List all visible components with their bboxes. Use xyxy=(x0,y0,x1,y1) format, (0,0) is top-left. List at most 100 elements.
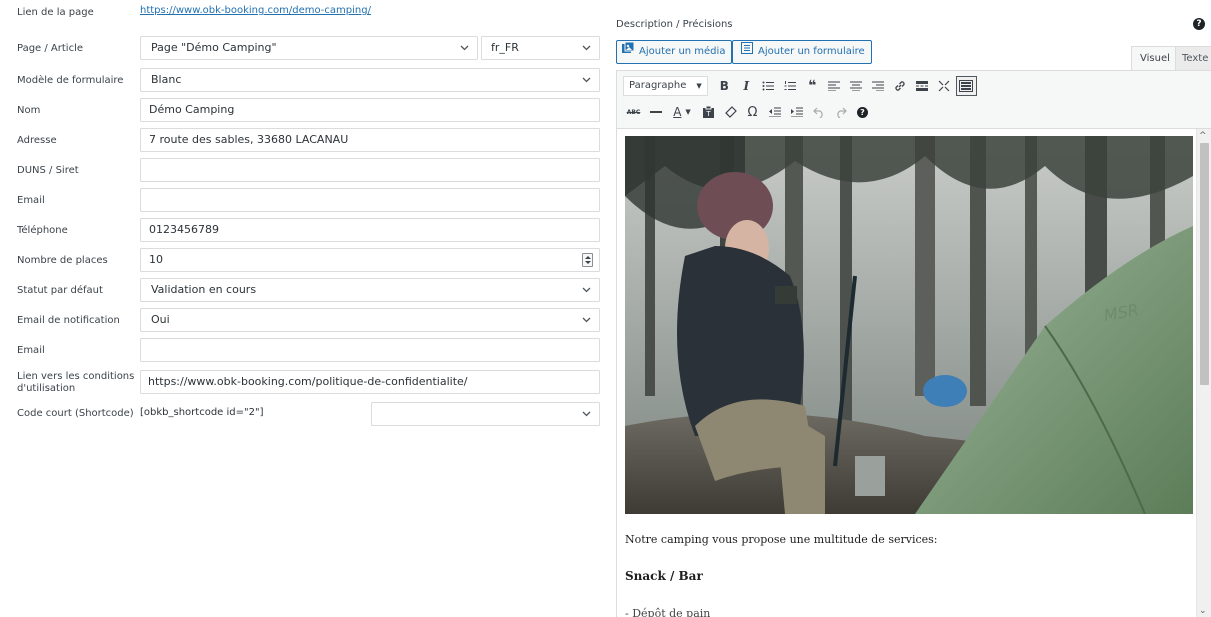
notification-select-value: Oui xyxy=(151,313,170,326)
terms-row: Lien vers les conditions d'utilisation h… xyxy=(0,370,606,396)
help-icon[interactable]: ? xyxy=(1193,18,1205,30)
italic-icon[interactable]: I xyxy=(736,76,757,96)
description-title: Description / Précisions xyxy=(616,19,733,30)
paste-text-icon[interactable]: T xyxy=(698,102,719,122)
duns-row: DUNS / Siret xyxy=(0,158,606,184)
email-row: Email xyxy=(0,188,606,214)
name-label: Nom xyxy=(17,105,41,116)
template-label: Modèle de formulaire xyxy=(17,75,124,86)
notification-select[interactable]: Oui xyxy=(140,308,600,332)
name-input[interactable]: Démo Camping xyxy=(140,98,600,122)
editor-scrollbar[interactable]: ^ ⌄ xyxy=(1196,129,1211,617)
duns-input[interactable] xyxy=(140,158,600,182)
places-value: 10 xyxy=(149,253,163,266)
chevron-down-icon xyxy=(582,69,591,84)
svg-text:T: T xyxy=(705,110,711,118)
undo-icon[interactable] xyxy=(808,102,829,122)
rich-text-editor: Paragraphe ▼ B I ❝ ABC A ▼ T Ω ? MSR Not… xyxy=(616,70,1211,617)
align-center-icon[interactable] xyxy=(846,76,867,96)
outdent-icon[interactable] xyxy=(764,102,785,122)
media-icon xyxy=(622,41,635,63)
status-select[interactable]: Validation en cours xyxy=(140,278,600,302)
form-icon xyxy=(741,41,753,63)
page-link[interactable]: https://www.obk-booking.com/demo-camping… xyxy=(140,5,371,16)
add-form-button[interactable]: Ajouter un formulaire xyxy=(732,40,872,64)
notification-row: Email de notification Oui xyxy=(0,308,606,334)
add-form-label: Ajouter un formulaire xyxy=(758,46,865,57)
content-heading: Snack / Bar xyxy=(625,569,703,583)
caret-down-icon: ▼ xyxy=(696,82,702,90)
toolbar-toggle-icon[interactable] xyxy=(955,76,977,96)
name-row: Nom Démo Camping xyxy=(0,98,606,124)
status-select-value: Validation en cours xyxy=(151,283,257,296)
special-character-icon[interactable]: Ω xyxy=(742,102,763,122)
content-list-item: - Dépôt de pain xyxy=(625,607,711,617)
places-input[interactable]: 10 xyxy=(140,248,600,272)
email-input[interactable] xyxy=(140,188,600,212)
address-row: Adresse 7 route des sables, 33680 LACANA… xyxy=(0,128,606,154)
chevron-down-icon xyxy=(582,279,591,294)
indent-icon[interactable] xyxy=(786,102,807,122)
align-right-icon[interactable] xyxy=(868,76,889,96)
template-row: Modèle de formulaire Blanc xyxy=(0,68,606,94)
chevron-down-icon xyxy=(582,37,591,52)
language-select-value: fr_FR xyxy=(491,41,519,54)
language-select[interactable]: fr_FR xyxy=(481,36,600,60)
email2-input[interactable] xyxy=(140,338,600,362)
chevron-down-icon xyxy=(582,309,591,324)
page-link-label: Lien de la page xyxy=(17,7,94,18)
phone-input[interactable]: 0123456789 xyxy=(140,218,600,242)
clear-formatting-icon[interactable] xyxy=(720,102,741,122)
tab-visual[interactable]: Visuel xyxy=(1131,46,1179,70)
align-left-icon[interactable] xyxy=(824,76,845,96)
add-media-button[interactable]: Ajouter un média xyxy=(616,40,733,64)
page-label: Page / Article xyxy=(17,43,84,54)
format-select-value: Paragraphe xyxy=(629,80,687,91)
scroll-thumb[interactable] xyxy=(1200,143,1209,385)
terms-label-line2: d'utilisation xyxy=(17,383,76,394)
fullscreen-icon[interactable] xyxy=(934,76,955,96)
tab-text[interactable]: Texte xyxy=(1175,46,1211,70)
places-label: Nombre de places xyxy=(17,255,108,266)
template-select-value: Blanc xyxy=(151,73,182,86)
terms-input[interactable]: https://www.obk-booking.com/politique-de… xyxy=(140,370,600,394)
number-spinner-icon[interactable] xyxy=(582,253,593,267)
bullet-list-icon[interactable] xyxy=(758,76,779,96)
email-label: Email xyxy=(17,195,45,206)
read-more-icon[interactable] xyxy=(912,76,933,96)
shortcode-select[interactable] xyxy=(371,402,600,426)
editor-toolbar: Paragraphe ▼ B I ❝ ABC A ▼ T Ω ? xyxy=(617,71,1211,129)
page-select[interactable]: Page "Démo Camping" xyxy=(140,36,478,60)
keyboard-help-icon[interactable]: ? xyxy=(852,102,873,122)
address-input[interactable]: 7 route des sables, 33680 LACANAU xyxy=(140,128,600,152)
shortcode-value: [obkb_shortcode id="2"] xyxy=(140,407,264,418)
scroll-down-icon[interactable]: ⌄ xyxy=(1199,606,1207,616)
page-link-row: Lien de la page https://www.obk-booking.… xyxy=(0,0,606,26)
bold-icon[interactable]: B xyxy=(714,76,735,96)
numbered-list-icon[interactable] xyxy=(780,76,801,96)
template-select[interactable]: Blanc xyxy=(140,68,600,92)
camping-photo: MSR xyxy=(625,136,1193,514)
duns-label: DUNS / Siret xyxy=(17,165,79,176)
blockquote-icon[interactable]: ❝ xyxy=(802,76,823,96)
format-select[interactable]: Paragraphe ▼ xyxy=(623,76,708,96)
places-row: Nombre de places 10 xyxy=(0,248,606,274)
strikethrough-icon[interactable]: ABC xyxy=(623,102,644,122)
chevron-down-icon xyxy=(460,37,469,52)
notification-label: Email de notification xyxy=(17,315,120,326)
email2-row: Email xyxy=(0,338,606,364)
email2-label: Email xyxy=(17,345,45,356)
add-media-label: Ajouter un média xyxy=(639,46,726,57)
content-paragraph: Notre camping vous propose une multitude… xyxy=(625,533,938,546)
redo-icon[interactable] xyxy=(830,102,851,122)
page-row: Page / Article Page "Démo Camping" fr_FR xyxy=(0,36,606,62)
link-icon[interactable] xyxy=(890,76,911,96)
text-color-icon[interactable]: A ▼ xyxy=(667,102,697,122)
horizontal-line-icon[interactable] xyxy=(645,102,666,122)
page-select-value: Page "Démo Camping" xyxy=(151,41,277,54)
scroll-up-icon[interactable]: ^ xyxy=(1199,131,1207,141)
toolbar-row-2: ABC A ▼ T Ω ? xyxy=(623,101,874,123)
phone-row: Téléphone 0123456789 xyxy=(0,218,606,244)
editor-content[interactable]: MSR Notre camping vous propose une multi… xyxy=(617,129,1197,617)
address-label: Adresse xyxy=(17,135,57,146)
